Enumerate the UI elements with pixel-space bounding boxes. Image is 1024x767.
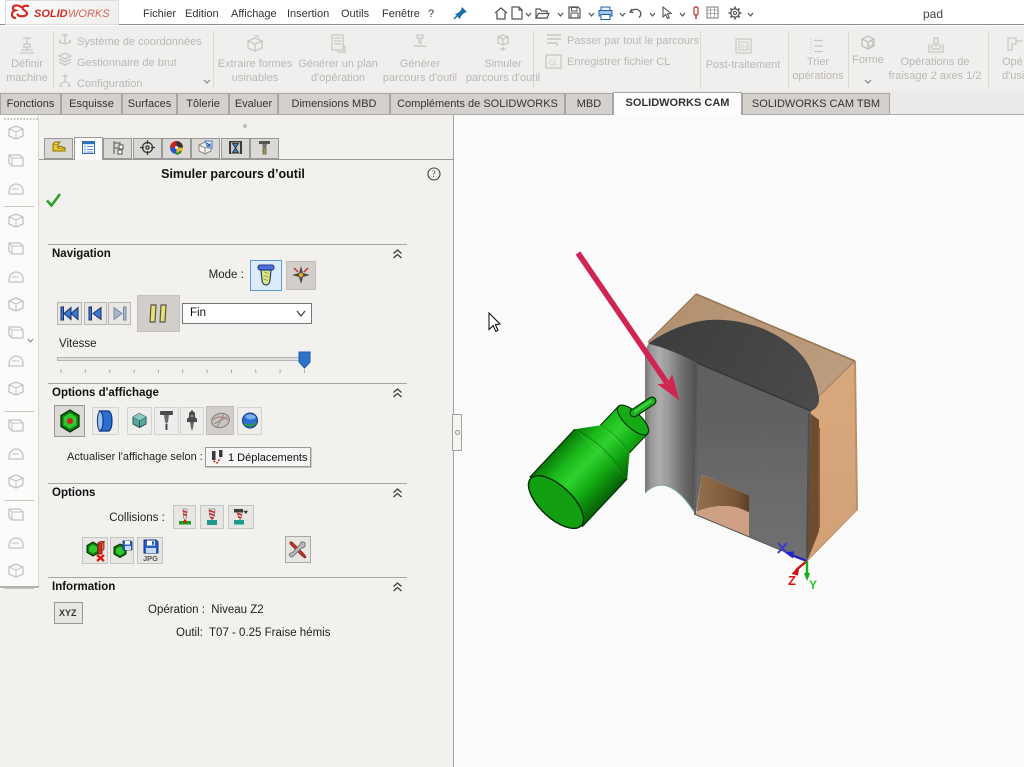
svg-text:SOLID: SOLID: [34, 8, 68, 20]
svg-text:WORKS: WORKS: [68, 8, 110, 20]
svg-text:G1: G1: [741, 45, 748, 51]
svg-text:JPG: JPG: [143, 554, 158, 562]
svg-text:?: ?: [432, 169, 436, 179]
svg-text:CL: CL: [549, 60, 558, 67]
svg-text:Z: Z: [788, 573, 796, 588]
svg-text:Y: Y: [809, 578, 817, 592]
